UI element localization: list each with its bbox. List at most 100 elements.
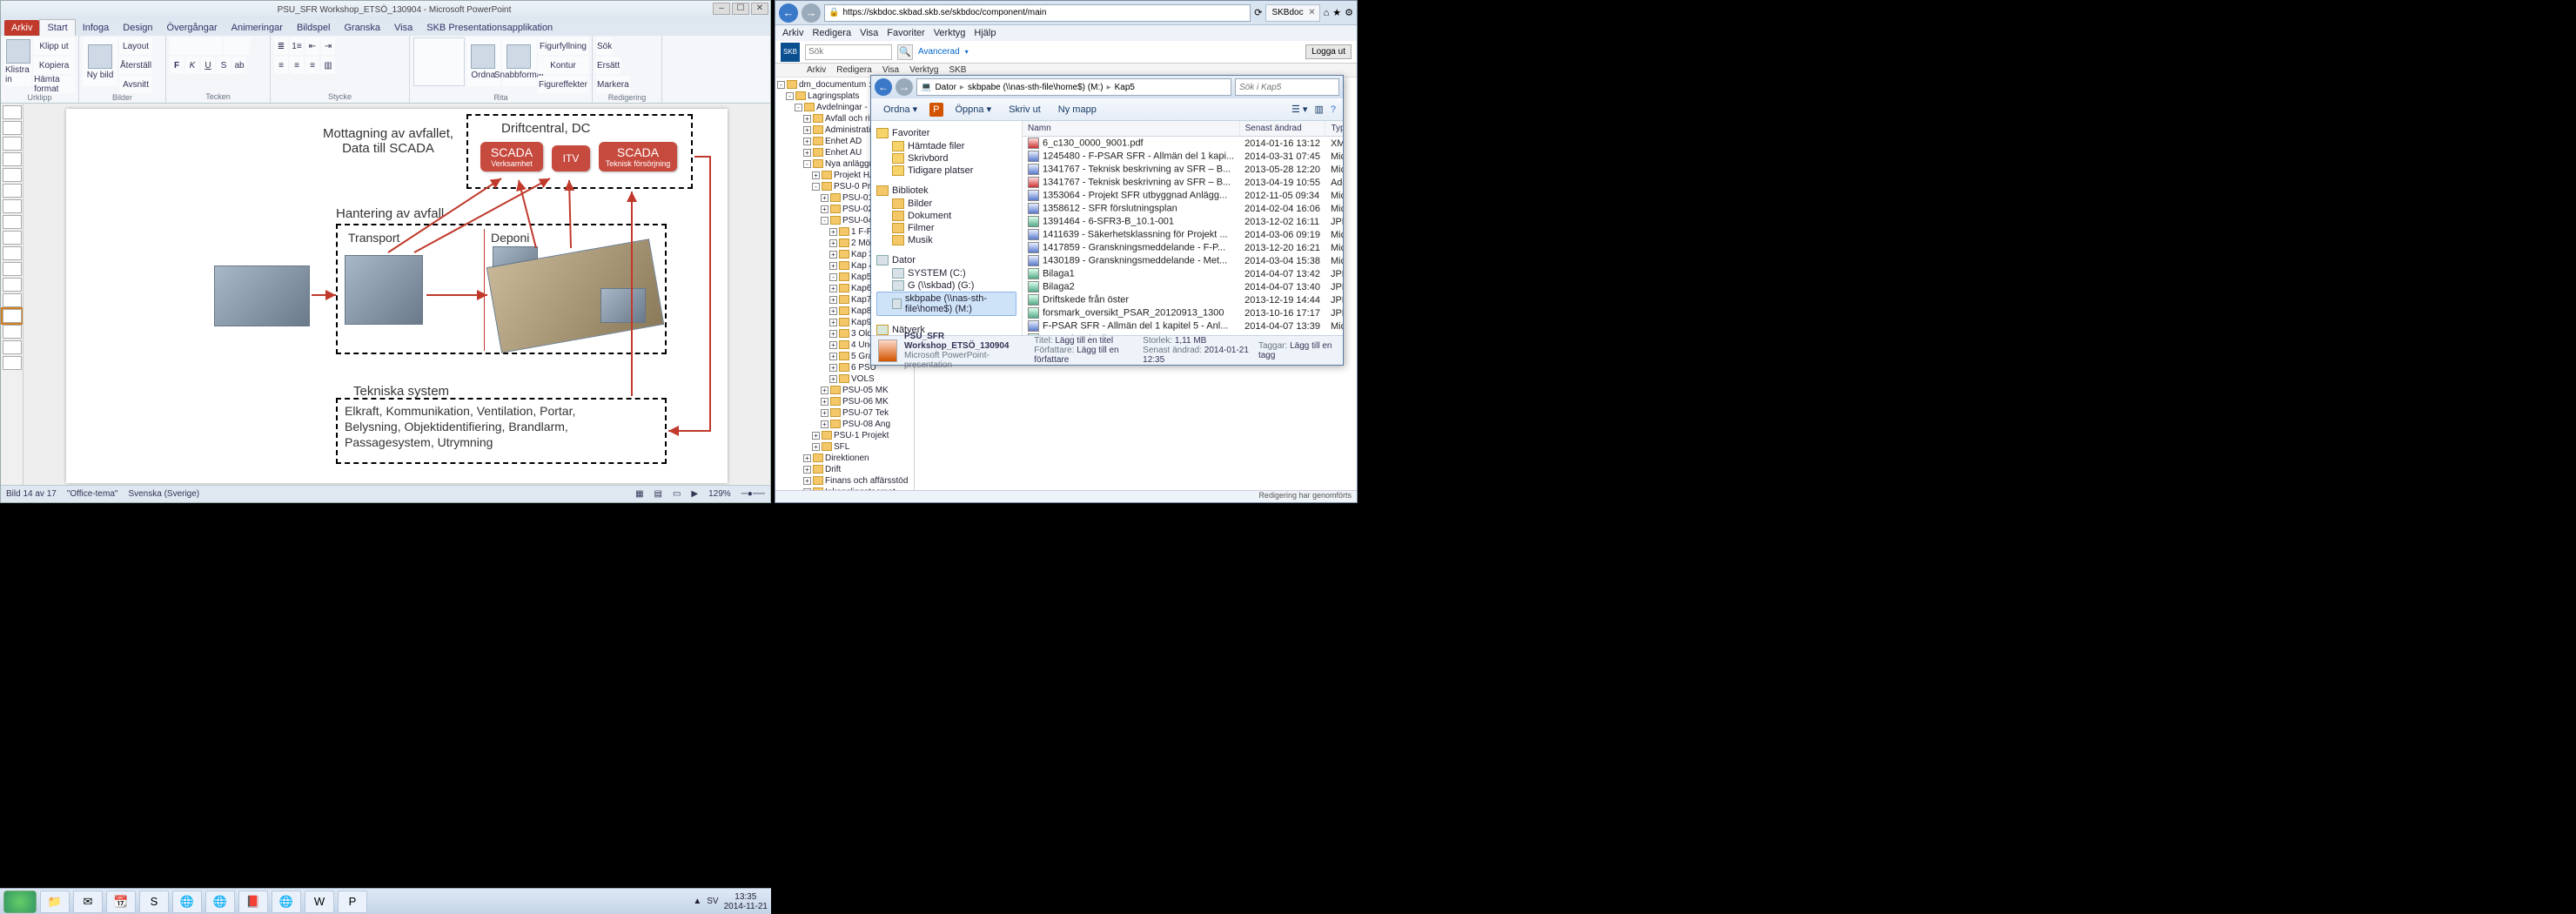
- expand-icon[interactable]: +: [829, 319, 837, 326]
- explorer-file-list[interactable]: Namn Senast ändrad Typ Storlek 6_c130_00…: [1023, 121, 1343, 335]
- nav-item[interactable]: Musik: [876, 234, 1016, 246]
- slide-thumb-1[interactable]: [3, 105, 22, 119]
- ie-menu-favoriter[interactable]: Favoriter: [887, 28, 924, 38]
- tree-node[interactable]: +PSU-1 Projekt: [777, 430, 912, 441]
- indent-dec-button[interactable]: ⇤: [305, 37, 319, 55]
- slide-thumb-4[interactable]: [3, 152, 22, 166]
- crumb[interactable]: Kap5: [1115, 83, 1135, 92]
- minimize-icon[interactable]: –: [713, 3, 730, 15]
- tab-slideshow[interactable]: Bildspel: [290, 20, 338, 36]
- browser-tab[interactable]: SKBdoc✕: [1265, 4, 1319, 22]
- expand-icon[interactable]: +: [829, 228, 837, 236]
- quick-styles-button[interactable]: Snabbformat: [502, 37, 536, 86]
- select-button[interactable]: Markera: [596, 76, 630, 93]
- explorer-nav-pane[interactable]: FavoriterHämtade filerSkrivbordTidigare …: [871, 121, 1023, 335]
- skbdoc-menu-visa[interactable]: Visa: [882, 65, 899, 75]
- tab-animations[interactable]: Animeringar: [225, 20, 290, 36]
- skbdoc-menu-redigera[interactable]: Redigera: [836, 65, 872, 75]
- slide-thumb-9[interactable]: [3, 231, 22, 245]
- taskbar-app-9[interactable]: P: [338, 890, 367, 913]
- nav-group[interactable]: Bibliotek: [876, 185, 1016, 196]
- taskbar-app-2[interactable]: 📆: [106, 890, 136, 913]
- col-name[interactable]: Namn: [1023, 121, 1239, 137]
- new-folder-button[interactable]: Ny mapp: [1053, 103, 1102, 117]
- expand-icon[interactable]: +: [812, 443, 820, 451]
- view-options-button[interactable]: ☰ ▾: [1291, 104, 1307, 115]
- layout-button[interactable]: Layout: [119, 37, 152, 55]
- explorer-search-input[interactable]: [1235, 78, 1339, 96]
- expand-icon[interactable]: +: [829, 239, 837, 247]
- file-row[interactable]: 1341767 - Teknisk beskrivning av SFR – B…: [1023, 176, 1343, 189]
- maximize-icon[interactable]: ☐: [732, 3, 749, 15]
- format-painter-button[interactable]: Hämta format: [33, 76, 75, 93]
- expand-icon[interactable]: +: [821, 420, 828, 428]
- file-row[interactable]: 1430189 - Granskningsmeddelande - Met...…: [1023, 254, 1343, 267]
- slide-thumb-15[interactable]: [3, 325, 22, 339]
- tree-node[interactable]: +VOLS: [777, 373, 912, 385]
- expand-icon[interactable]: +: [803, 454, 811, 462]
- help-icon[interactable]: ?: [1331, 104, 1336, 115]
- find-button[interactable]: Sök: [596, 37, 613, 55]
- expand-icon[interactable]: +: [821, 409, 828, 417]
- new-slide-button[interactable]: Ny bild: [83, 37, 117, 86]
- expand-icon[interactable]: -: [821, 217, 828, 225]
- expand-icon[interactable]: +: [821, 386, 828, 394]
- font-size-select[interactable]: [224, 37, 250, 55]
- nav-item[interactable]: SYSTEM (C:): [876, 267, 1016, 279]
- skbdoc-menu-arkiv[interactable]: Arkiv: [807, 65, 826, 75]
- slide-thumb-3[interactable]: [3, 137, 22, 151]
- expand-icon[interactable]: +: [803, 149, 811, 157]
- tab-design[interactable]: Design: [116, 20, 159, 36]
- file-row[interactable]: 1245480 - F-PSAR SFR - Allmän del 1 kapi…: [1023, 150, 1343, 163]
- strike-button[interactable]: S: [217, 57, 231, 74]
- nav-item[interactable]: skbpabe (\\nas-sth-file\home$) (M:): [876, 292, 1016, 316]
- tree-node[interactable]: +PSU-06 MK: [777, 396, 912, 407]
- taskbar-app-5[interactable]: 🌐: [205, 890, 235, 913]
- expand-icon[interactable]: +: [803, 126, 811, 134]
- nav-item[interactable]: Dokument: [876, 210, 1016, 222]
- tree-node[interactable]: +PSU-08 Ang: [777, 419, 912, 430]
- expand-icon[interactable]: +: [803, 477, 811, 485]
- expand-icon[interactable]: +: [829, 375, 837, 383]
- slide-thumbnails[interactable]: [1, 104, 23, 485]
- slide-canvas[interactable]: Mottagning av avfallet, Data till SCADA …: [66, 109, 728, 483]
- tab-addin[interactable]: SKB Presentationsapplikation: [419, 20, 560, 36]
- underline-button[interactable]: U: [201, 57, 215, 74]
- nav-item[interactable]: Skrivbord: [876, 152, 1016, 165]
- view-normal-button[interactable]: ▦: [635, 489, 643, 499]
- shape-effects-button[interactable]: Figureffekter: [538, 76, 588, 93]
- preview-pane-button[interactable]: ▥: [1314, 104, 1323, 115]
- slide-thumb-2[interactable]: [3, 121, 22, 135]
- taskbar-app-4[interactable]: 🌐: [172, 890, 202, 913]
- taskbar-app-6[interactable]: 📕: [238, 890, 268, 913]
- expand-icon[interactable]: -: [803, 160, 811, 168]
- taskbar-app-0[interactable]: 📁: [40, 890, 70, 913]
- tray-lang[interactable]: SV: [707, 897, 718, 906]
- reset-button[interactable]: Återställ: [119, 57, 152, 74]
- expand-icon[interactable]: +: [829, 296, 837, 304]
- tab-file[interactable]: Arkiv: [4, 20, 39, 36]
- font-family-select[interactable]: [170, 37, 222, 55]
- file-row[interactable]: 1411639 - Säkerhetsklassning för Projekt…: [1023, 228, 1343, 241]
- slide-thumb-16[interactable]: [3, 340, 22, 354]
- explorer-back-button[interactable]: ←: [875, 78, 892, 96]
- file-row[interactable]: Bilaga12014-04-07 13:42JPEG-bild755 kB: [1023, 267, 1343, 280]
- open-button[interactable]: Öppna ▾: [950, 102, 997, 117]
- file-row[interactable]: 1417859 - Granskningsmeddelande - F-P...…: [1023, 241, 1343, 254]
- crumb[interactable]: Dator: [935, 83, 956, 92]
- refresh-icon[interactable]: ⟳: [1254, 7, 1262, 18]
- tab-insert[interactable]: Infoga: [76, 20, 117, 36]
- file-row[interactable]: 1353064 - Projekt SFR utbyggnad Anlägg..…: [1023, 189, 1343, 202]
- file-row[interactable]: Driftskede från öster2013-12-19 14:44JPE…: [1023, 293, 1343, 306]
- tree-node[interactable]: +Direktionen: [777, 453, 912, 464]
- slide-thumb-8[interactable]: [3, 215, 22, 229]
- shapes-gallery[interactable]: [413, 37, 465, 86]
- tree-node[interactable]: +Drift: [777, 464, 912, 475]
- forward-button[interactable]: →: [802, 3, 821, 23]
- advanced-link[interactable]: Avancerad: [918, 47, 960, 57]
- taskbar-app-8[interactable]: W: [305, 890, 334, 913]
- ie-menu-redigera[interactable]: Redigera: [812, 28, 851, 38]
- shape-fill-button[interactable]: Figurfyllning: [538, 37, 588, 55]
- nav-group[interactable]: Dator: [876, 255, 1016, 265]
- replace-button[interactable]: Ersätt: [596, 57, 621, 74]
